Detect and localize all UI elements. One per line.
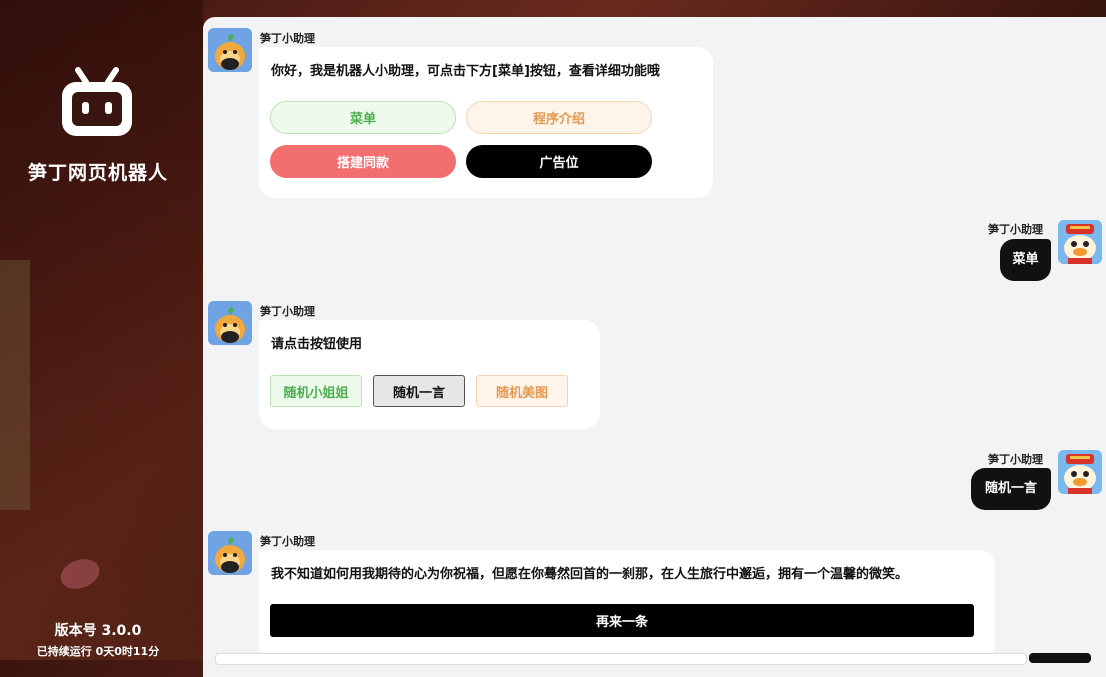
bot-avatar bbox=[208, 531, 252, 575]
background-decoration bbox=[56, 554, 104, 594]
user-message-bubble: 随机一言 bbox=[971, 468, 1051, 510]
sender-name: 笋丁小助理 bbox=[260, 32, 315, 45]
send-button[interactable] bbox=[1029, 653, 1091, 663]
background-decoration bbox=[0, 260, 30, 510]
message-text: 我不知道如何用我期待的心为你祝福，但愿在你蓦然回首的一刹那，在人生旅行中邂逅，拥… bbox=[271, 567, 909, 582]
message-text: 你好，我是机器人小助理，可点击下方[菜单]按钮，查看详细功能哦 bbox=[271, 64, 660, 79]
bot-avatar bbox=[208, 28, 252, 72]
random-quote-button[interactable]: 随机一言 bbox=[373, 375, 465, 407]
message-text: 请点击按钮使用 bbox=[271, 337, 363, 352]
sender-name: 笋丁小助理 bbox=[988, 223, 1043, 236]
sender-name: 笋丁小助理 bbox=[260, 305, 315, 318]
sender-name: 笋丁小助理 bbox=[988, 453, 1043, 466]
bot-avatar bbox=[208, 301, 252, 345]
uptime-label: 已持续运行 0天0时11分 bbox=[36, 645, 160, 658]
user-avatar bbox=[1058, 450, 1102, 494]
user-message-bubble: 菜单 bbox=[1000, 239, 1051, 281]
chat-panel[interactable]: 笋丁小助理 你好，我是机器人小助理，可点击下方[菜单]按钮，查看详细功能哦 菜单… bbox=[203, 17, 1106, 677]
robot-tv-icon bbox=[58, 66, 136, 142]
another-one-button[interactable]: 再来一条 bbox=[270, 604, 974, 637]
random-girl-button[interactable]: 随机小姐姐 bbox=[270, 375, 362, 407]
sender-name: 笋丁小助理 bbox=[260, 535, 315, 548]
program-intro-button[interactable]: 程序介绍 bbox=[466, 101, 652, 134]
version-label: 版本号 3.0.0 bbox=[54, 623, 142, 639]
random-image-button[interactable]: 随机美图 bbox=[476, 375, 568, 407]
sidebar: 笋丁网页机器人 版本号 3.0.0 已持续运行 0天0时11分 bbox=[0, 0, 203, 660]
build-same-button[interactable]: 搭建同款 bbox=[270, 145, 456, 178]
menu-button[interactable]: 菜单 bbox=[270, 101, 456, 134]
user-avatar bbox=[1058, 220, 1102, 264]
ad-slot-button[interactable]: 广告位 bbox=[466, 145, 652, 178]
message-input[interactable] bbox=[215, 653, 1027, 665]
app-title: 笋丁网页机器人 bbox=[27, 162, 168, 184]
